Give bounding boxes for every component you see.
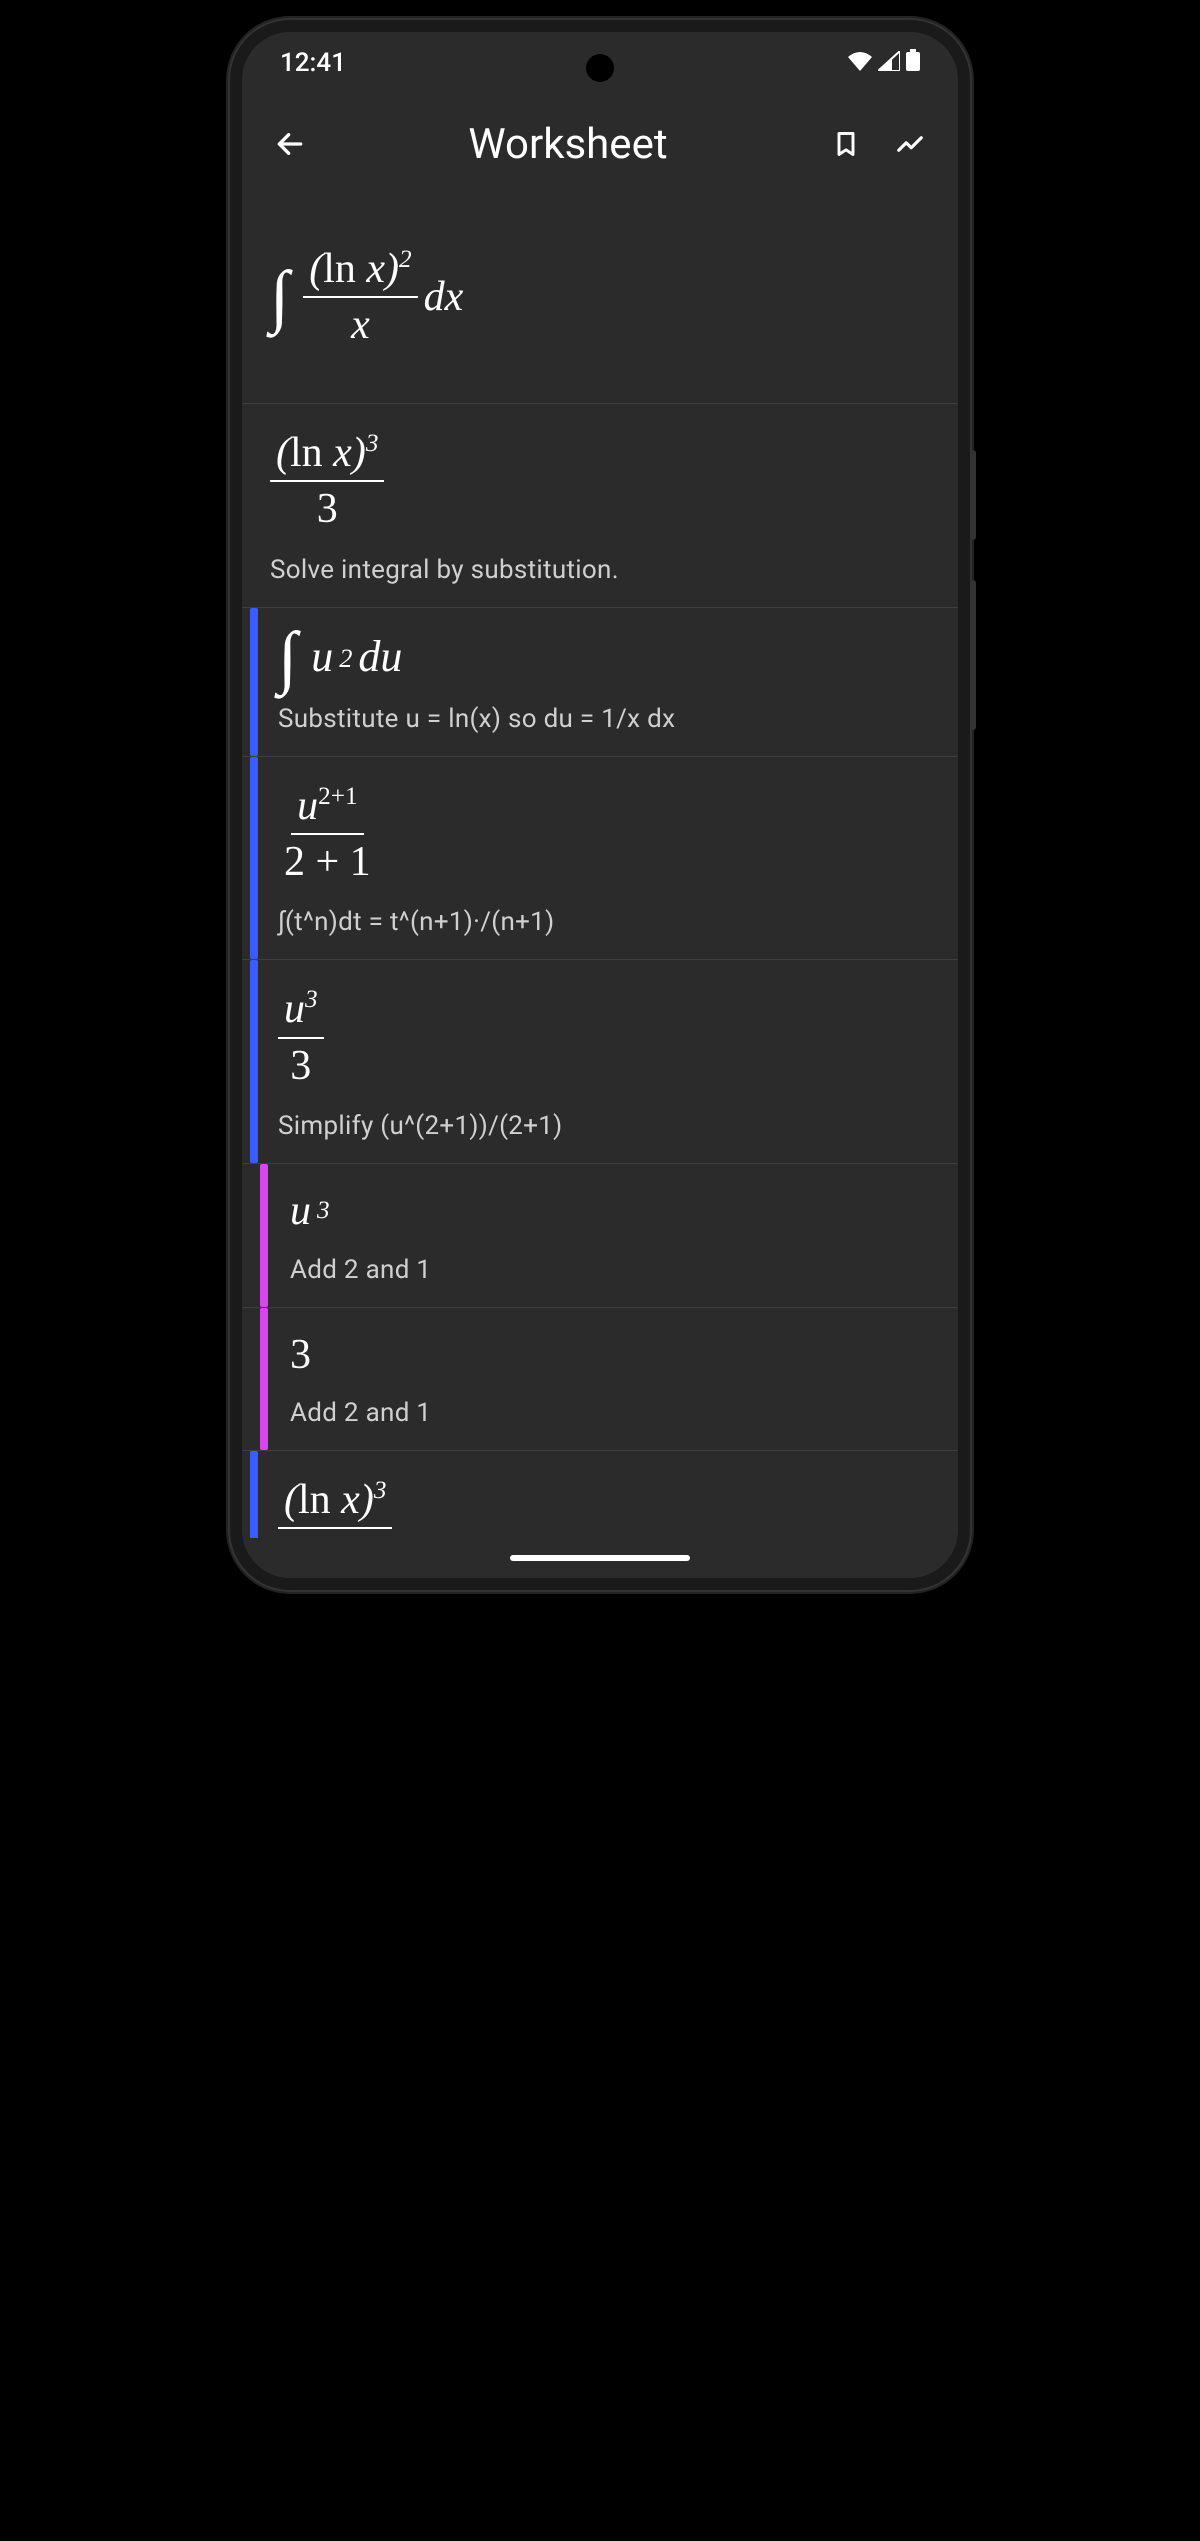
chart-button[interactable] xyxy=(888,122,932,166)
math-expression: ∫(ln x)2xdx xyxy=(270,242,930,353)
step-row[interactable]: u2+12 + 1 ∫(t^n)dt = t^(n+1)·/(n+1) xyxy=(242,757,958,961)
step-description: Add 2 and 1 xyxy=(290,1255,930,1285)
nav-bar[interactable] xyxy=(242,1538,958,1578)
step-description: Solve integral by substitution. xyxy=(270,555,930,585)
step-description: Add 2 and 1 xyxy=(290,1398,930,1428)
math-expression: 3 xyxy=(290,1330,930,1380)
wifi-icon xyxy=(848,48,872,78)
math-expression: u33 xyxy=(278,982,930,1093)
accent-bar xyxy=(250,608,258,756)
status-time: 12:41 xyxy=(280,48,346,78)
page-title: Worksheet xyxy=(332,120,804,169)
home-indicator[interactable] xyxy=(510,1555,690,1561)
accent-bar xyxy=(250,757,258,960)
math-expression: (ln x)33 xyxy=(278,1473,930,1538)
step-description: ∫(t^n)dt = t^(n+1)·/(n+1) xyxy=(278,907,930,937)
accent-bar xyxy=(260,1308,268,1450)
accent-bar xyxy=(260,1164,268,1306)
step-row[interactable]: (ln x)33for (u^3)/3 Substitute ln(x) for… xyxy=(242,1451,958,1538)
math-expression: (ln x)33 xyxy=(270,426,930,537)
worksheet-content: ∫(ln x)2xdx (ln x)33 Solve integral by sub… xyxy=(242,194,958,1538)
app-bar: Worksheet xyxy=(242,94,958,194)
step-row[interactable]: u3 Add 2 and 1 xyxy=(242,1164,958,1307)
math-expression: ∫ u2du xyxy=(278,630,930,686)
step-description: Simplify (u^(2+1))/(2+1) xyxy=(278,1111,930,1141)
accent-bar xyxy=(250,1451,258,1538)
step-row[interactable]: (ln x)33 Solve integral by substitution. xyxy=(242,404,958,608)
signal-icon xyxy=(878,48,900,78)
step-row[interactable]: ∫ u2du Substitute u = ln(x) so du = 1/x d… xyxy=(242,608,958,757)
battery-icon xyxy=(906,48,920,78)
step-row[interactable]: 3 Add 2 and 1 xyxy=(242,1308,958,1451)
step-row[interactable]: u33 Simplify (u^(2+1))/(2+1) xyxy=(242,960,958,1164)
step-description: Substitute u = ln(x) so du = 1/x dx xyxy=(278,704,930,734)
camera-notch xyxy=(586,54,614,82)
accent-bar xyxy=(250,960,258,1163)
back-button[interactable] xyxy=(268,122,312,166)
math-expression: u3 xyxy=(290,1186,930,1236)
step-row[interactable]: ∫(ln x)2xdx xyxy=(242,214,958,404)
bookmark-button[interactable] xyxy=(824,122,868,166)
math-expression: u2+12 + 1 xyxy=(278,779,930,890)
